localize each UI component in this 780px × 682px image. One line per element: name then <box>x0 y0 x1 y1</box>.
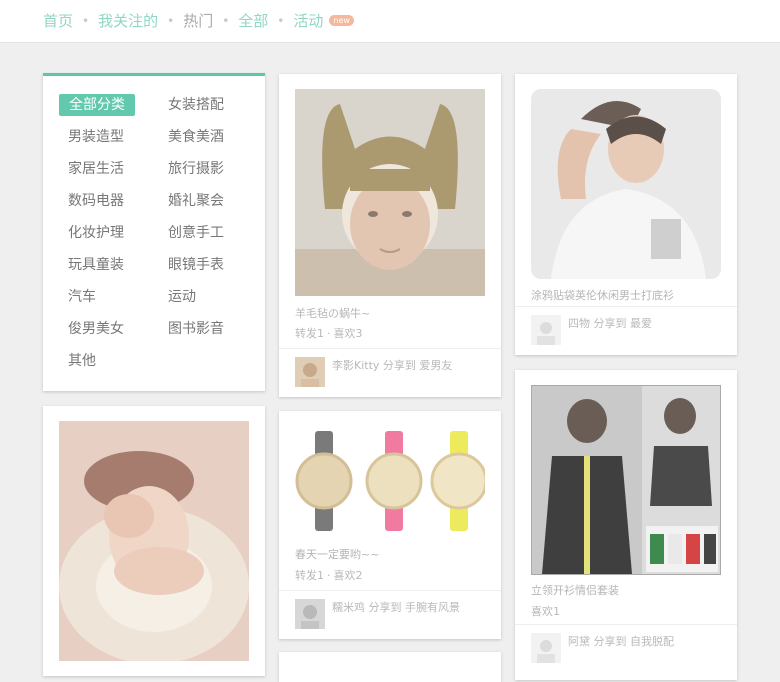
post-title[interactable]: 立领开衫情侣套装 <box>531 582 619 598</box>
nav-all[interactable]: 全部 <box>238 10 268 31</box>
post-image[interactable] <box>59 421 249 661</box>
like-count[interactable]: 喜欢3 <box>334 327 363 340</box>
category-cars[interactable]: 汽车 <box>68 286 96 308</box>
avatar[interactable] <box>531 315 561 345</box>
avatar[interactable] <box>295 599 325 629</box>
post-title[interactable]: 涂鸦贴袋英伦休闲男士打底衫 <box>531 287 674 303</box>
post-card: 羊毛毡の蜗牛~ 转发1 · 喜欢3 李影Kitty 分享到 爱男友 <box>279 74 501 397</box>
post-image[interactable] <box>531 89 721 279</box>
nav-separator: • <box>82 13 90 28</box>
like-count[interactable]: 喜欢2 <box>334 569 363 582</box>
share-bar: 阿黛 分享到 自我脱配 <box>515 624 737 671</box>
category-home[interactable]: 家居生活 <box>68 158 124 180</box>
top-bar: 首页 • 我关注的 • 热门 • 全部 • 活动 new <box>0 0 780 43</box>
nav-activity[interactable]: 活动 <box>293 10 323 31</box>
post-card: 涂鸦贴袋英伦休闲男士打底衫 四物 分享到 最爱 <box>515 74 737 355</box>
category-digital[interactable]: 数码电器 <box>68 190 124 212</box>
repost-count[interactable]: 转发1 <box>295 569 324 582</box>
category-men[interactable]: 男装造型 <box>68 126 124 148</box>
category-all[interactable]: 全部分类 <box>59 94 135 116</box>
post-image[interactable] <box>295 89 485 296</box>
nav-following[interactable]: 我关注的 <box>98 10 158 31</box>
post-card-photo <box>43 406 265 676</box>
category-women[interactable]: 女装搭配 <box>168 94 224 116</box>
nav-separator: • <box>167 13 175 28</box>
share-bar: 李影Kitty 分享到 爱男友 <box>279 348 501 395</box>
new-badge: new <box>329 15 354 26</box>
nav-separator: • <box>277 13 285 28</box>
category-travel[interactable]: 旅行摄影 <box>168 158 224 180</box>
share-bar: 四物 分享到 最爱 <box>515 306 737 353</box>
category-glasses[interactable]: 眼镜手表 <box>168 254 224 276</box>
category-toys[interactable]: 玩具童装 <box>68 254 124 276</box>
category-panel: 全部分类 女装搭配 男装造型 美食美酒 家居生活 旅行摄影 数码电器 婚礼聚会 … <box>43 73 265 391</box>
post-title[interactable]: 春天一定要哟~~ <box>295 546 379 562</box>
post-meta: 转发1 · 喜欢2 <box>295 569 363 582</box>
category-books[interactable]: 图书影音 <box>168 318 224 340</box>
category-people[interactable]: 俊男美女 <box>68 318 124 340</box>
post-meta: 转发1 · 喜欢3 <box>295 327 363 340</box>
share-text[interactable]: 李影Kitty 分享到 爱男友 <box>332 357 452 373</box>
repost-count[interactable]: 转发1 <box>295 327 324 340</box>
nav-separator: • <box>222 13 230 28</box>
share-bar: 糯米鸡 分享到 手腕有风景 <box>279 590 501 637</box>
category-sports[interactable]: 运动 <box>168 286 196 308</box>
share-text[interactable]: 四物 分享到 最爱 <box>568 315 652 331</box>
category-makeup[interactable]: 化妆护理 <box>68 222 124 244</box>
avatar[interactable] <box>295 357 325 387</box>
avatar[interactable] <box>531 633 561 663</box>
main-nav: 首页 • 我关注的 • 热门 • 全部 • 活动 new <box>43 10 354 31</box>
post-card: 立领开衫情侣套装 喜欢1 阿黛 分享到 自我脱配 <box>515 370 737 680</box>
like-count[interactable]: 喜欢1 <box>531 605 560 618</box>
post-image[interactable] <box>295 426 485 536</box>
post-card <box>279 652 501 682</box>
category-wedding[interactable]: 婚礼聚会 <box>168 190 224 212</box>
post-meta: 喜欢1 <box>531 603 560 619</box>
share-text[interactable]: 糯米鸡 分享到 手腕有风景 <box>332 599 460 615</box>
nav-hot[interactable]: 热门 <box>183 10 213 31</box>
nav-home[interactable]: 首页 <box>43 10 73 31</box>
post-image[interactable] <box>531 385 721 575</box>
post-card: 春天一定要哟~~ 转发1 · 喜欢2 糯米鸡 分享到 手腕有风景 <box>279 411 501 639</box>
post-title[interactable]: 羊毛毡の蜗牛~ <box>295 305 370 321</box>
category-other[interactable]: 其他 <box>68 350 96 372</box>
category-craft[interactable]: 创意手工 <box>168 222 224 244</box>
share-text[interactable]: 阿黛 分享到 自我脱配 <box>568 633 674 649</box>
category-food[interactable]: 美食美酒 <box>168 126 224 148</box>
